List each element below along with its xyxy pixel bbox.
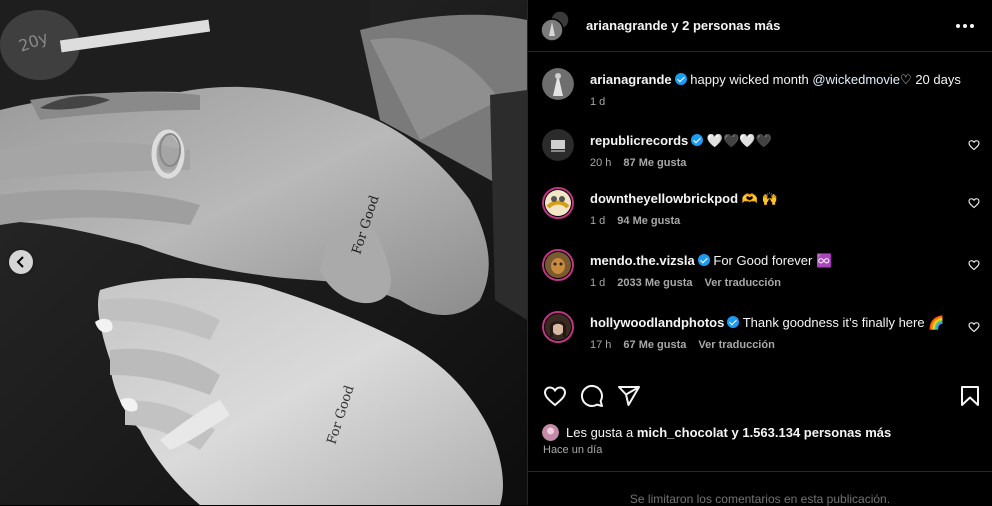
avatar[interactable] (542, 249, 574, 281)
verified-badge-icon (697, 254, 710, 266)
post-header: arianagrande y 2 personas más (528, 0, 992, 52)
comment-item: hollywoodlandphotos Thank goodness it’s … (542, 311, 980, 351)
avatar[interactable] (542, 311, 574, 343)
comment-likes[interactable]: 67 Me gusta (623, 339, 686, 351)
comment-time[interactable]: 1 d (590, 215, 605, 227)
comment-button[interactable] (580, 384, 604, 408)
caption-username[interactable]: arianagrande (590, 72, 672, 87)
comment-time[interactable]: 17 h (590, 339, 611, 351)
heart-icon[interactable] (968, 139, 980, 151)
post-time[interactable]: Hace un día (543, 444, 602, 456)
likes-summary: Les gusta a mich_chocolat y 1.563.134 pe… (542, 424, 891, 441)
post-photo[interactable]: 20y For Good For Good (0, 0, 527, 505)
comment-text: 🤍🖤🤍🖤 (706, 133, 772, 148)
share-button[interactable] (617, 384, 641, 408)
comment-likes[interactable]: 87 Me gusta (623, 157, 686, 169)
post-owner-names[interactable]: arianagrande y 2 personas más (586, 18, 780, 33)
more-options-button[interactable] (950, 18, 980, 34)
carousel-prev-button[interactable] (9, 250, 33, 274)
caption-time[interactable]: 1 d (590, 96, 605, 108)
see-translation-link[interactable]: Ver traducción (705, 277, 781, 289)
caption-mention[interactable]: @wickedmovie (812, 72, 900, 87)
liker-username[interactable]: mich_chocolat (637, 425, 728, 440)
caption-suffix: ♡ 20 days (900, 72, 961, 87)
chevron-left-icon (16, 256, 24, 268)
liker-avatar[interactable] (542, 424, 559, 441)
post-sidebar: arianagrande y 2 personas más arianagran… (527, 0, 992, 506)
heart-icon[interactable] (968, 321, 980, 333)
save-button[interactable] (958, 384, 982, 408)
comment-username[interactable]: downtheyellowbrickpod (590, 191, 738, 206)
more-horizontal-icon (956, 23, 960, 28)
comment-time[interactable]: 1 d (590, 277, 605, 289)
heart-icon[interactable] (968, 259, 980, 271)
comment-likes[interactable]: 94 Me gusta (617, 215, 680, 227)
see-translation-link[interactable]: Ver traducción (698, 339, 774, 351)
comment-username[interactable]: hollywoodlandphotos (590, 315, 724, 330)
comment-time[interactable]: 20 h (590, 157, 611, 169)
post-caption: arianagrande happy wicked month @wickedm… (542, 68, 980, 108)
caption-text: happy wicked month (690, 72, 809, 87)
comment-item: republicrecords 🤍🖤🤍🖤 20 h 87 Me gusta (542, 129, 980, 169)
comments-limited-notice: Se limitaron los comentarios en esta pub… (528, 471, 992, 506)
post-image: 20y For Good For Good (0, 0, 527, 505)
caption-line: arianagrande happy wicked month @wickedm… (590, 71, 980, 88)
comment-text: For Good forever ♾️ (713, 253, 833, 268)
action-bar (542, 384, 982, 412)
comment-text: Thank goodness it’s finally here 🌈 (742, 315, 945, 330)
comment-likes[interactable]: 2033 Me gusta (617, 277, 692, 289)
comment-item: downtheyellowbrickpod 🫶 🙌 1 d 94 Me gusta (542, 187, 980, 227)
heart-icon[interactable] (968, 197, 980, 209)
likes-prefix: Les gusta a (566, 425, 634, 440)
verified-badge-icon (674, 73, 687, 85)
comment-username[interactable]: mendo.the.vizsla (590, 253, 695, 268)
verified-badge-icon (691, 134, 704, 146)
comment-username[interactable]: republicrecords (590, 133, 688, 148)
avatar[interactable] (542, 129, 574, 161)
comment-text: 🫶 🙌 (741, 191, 778, 206)
avatar (540, 9, 570, 42)
avatar[interactable] (542, 187, 574, 219)
likes-count[interactable]: y 1.563.134 personas más (732, 425, 892, 440)
collab-avatars[interactable] (540, 9, 572, 42)
like-button[interactable] (543, 384, 567, 408)
comment-item: mendo.the.vizsla For Good forever ♾️ 1 d… (542, 249, 980, 289)
verified-badge-icon (727, 316, 740, 328)
avatar[interactable] (542, 68, 574, 100)
